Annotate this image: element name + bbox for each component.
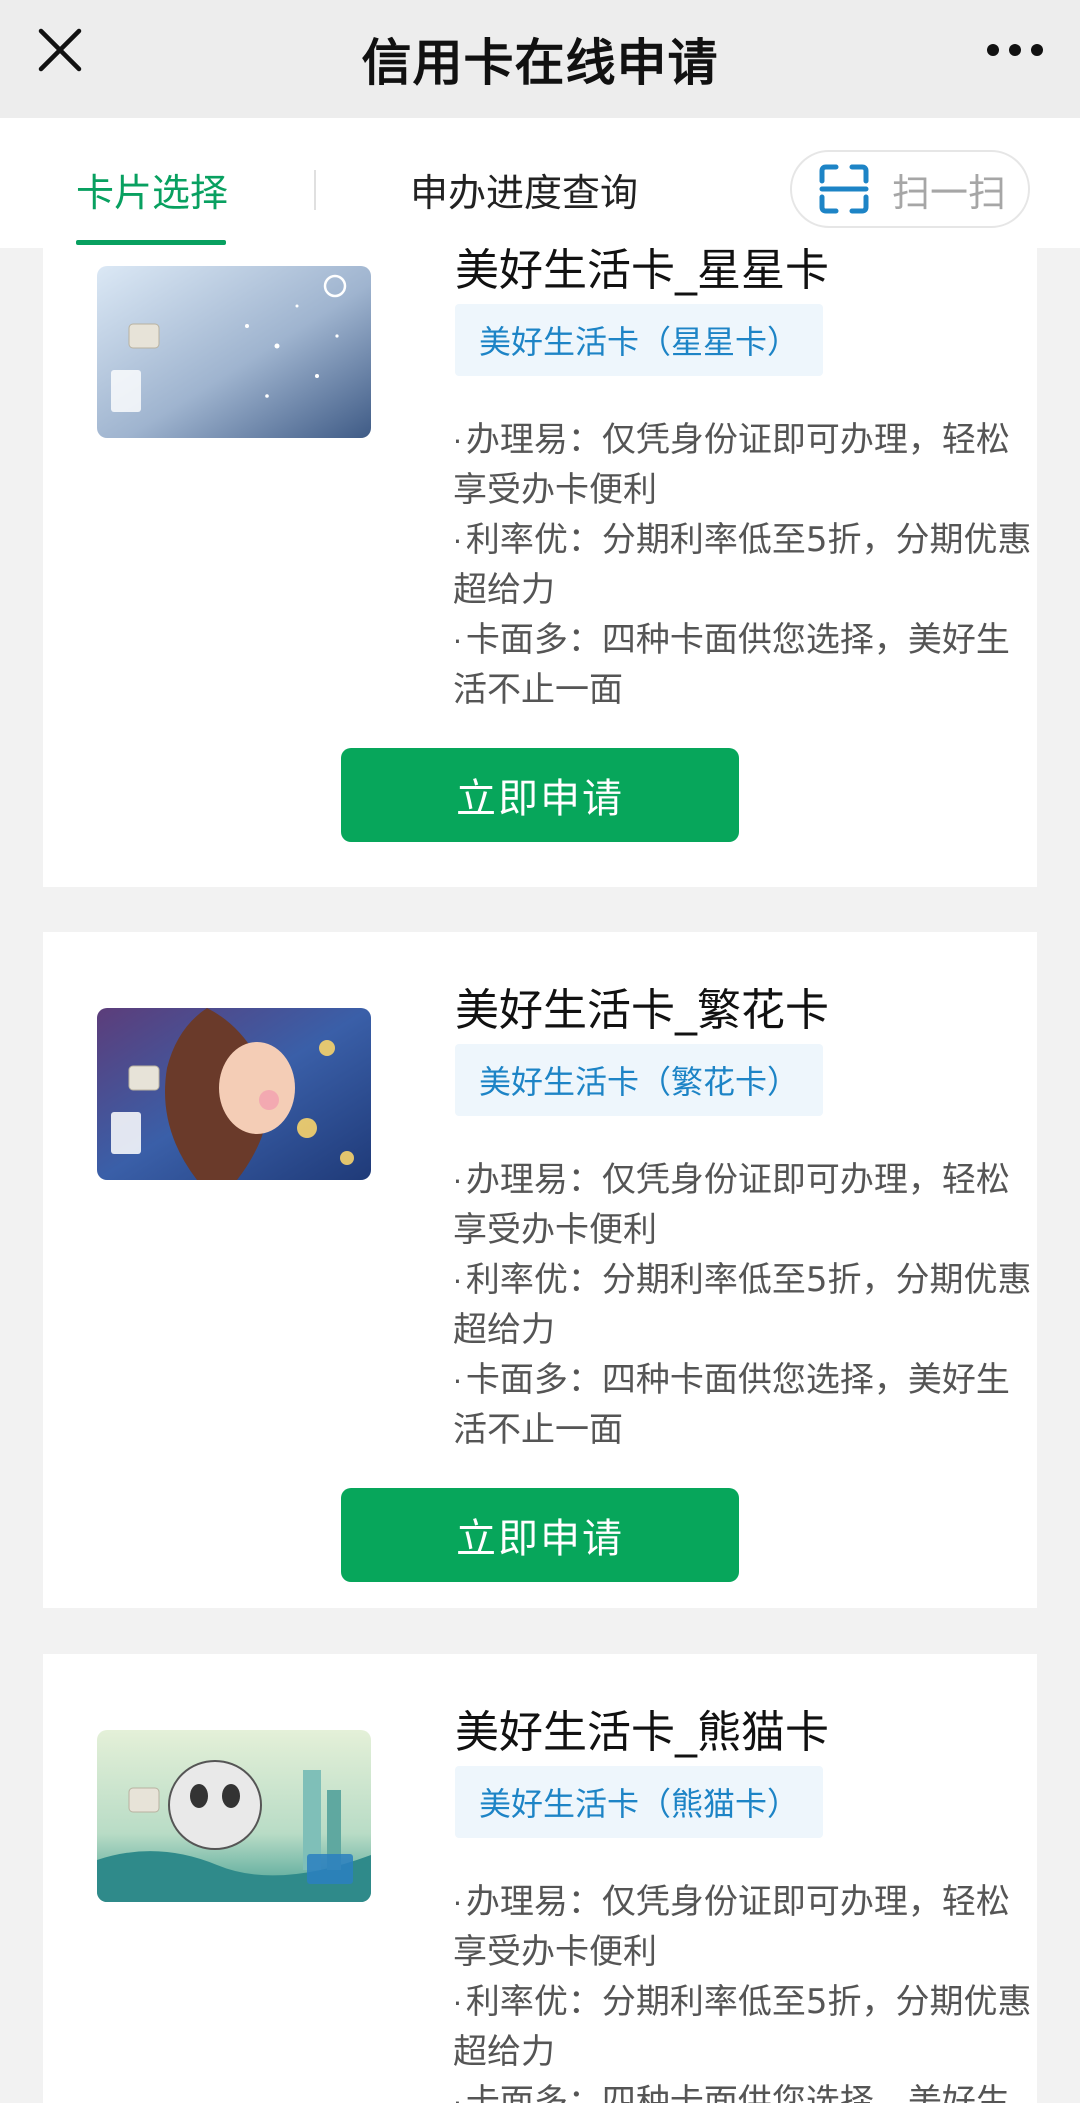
more-button[interactable] <box>980 22 1050 78</box>
feature-item: · 利率优：分期利率低至5折，分期优惠超给力 <box>453 1260 1032 1350</box>
scan-button[interactable]: 扫一扫 <box>790 150 1030 228</box>
card-item-star: 美好生活卡_星星卡 美好生活卡（星星卡） · 办理易：仅凭身份证即可办理，轻松享受… <box>43 248 1037 887</box>
card-tag: 美好生活卡（星星卡） <box>455 304 824 376</box>
feature-item: · 办理易：仅凭身份证即可办理，轻松享受办卡便利 <box>453 1882 1010 1972</box>
card-name: 美好生活卡_繁花卡 <box>455 985 829 1036</box>
card-image-star[interactable] <box>97 266 371 438</box>
page-title: 信用卡在线申请 <box>361 34 719 92</box>
card-item-panda: 美好生活卡_熊猫卡 美好生活卡（熊猫卡） · 办理易：仅凭身份证即可办理，轻松享受… <box>43 1654 1037 2103</box>
feature-list: · 办理易：仅凭身份证即可办理，轻松享受办卡便利 · 利率优：分期利率低至5折，分期… <box>453 416 1033 716</box>
tab-active-indicator <box>76 240 226 245</box>
card-name: 美好生活卡_熊猫卡 <box>455 1707 829 1758</box>
apply-button[interactable]: 立即申请 <box>341 1488 739 1582</box>
feature-item: ·卡面多：四种卡面供您选择，美好生活不止一面 <box>453 1360 1010 1450</box>
more-icon <box>987 44 1043 56</box>
card-tag: 美好生活卡（繁花卡） <box>455 1044 824 1116</box>
card-tag: 美好生活卡（熊猫卡） <box>455 1766 824 1838</box>
scan-icon <box>819 164 869 214</box>
card-image-flower[interactable] <box>97 1008 371 1180</box>
card-list[interactable]: 美好生活卡_星星卡 美好生活卡（星星卡） · 办理易：仅凭身份证即可办理，轻松享受… <box>0 248 1080 2103</box>
tab-divider <box>314 170 316 210</box>
feature-item: ·卡面多：四种卡面供您选择，美好生活不止一面 <box>453 620 1010 710</box>
tab-card-select[interactable]: 卡片选择 <box>76 162 228 217</box>
feature-list: · 办理易：仅凭身份证即可办理，轻松享受办卡便利 · 利率优：分期利率低至5折，分期… <box>453 1878 1033 2103</box>
tab-bar: 卡片选择 申办进度查询 扫一扫 <box>0 118 1080 248</box>
title-bar: 信用卡在线申请 <box>0 0 1080 118</box>
feature-item: · 办理易：仅凭身份证即可办理，轻松享受办卡便利 <box>453 420 1010 510</box>
feature-item: · 利率优：分期利率低至5折，分期优惠超给力 <box>453 520 1032 610</box>
card-image-panda[interactable] <box>97 1730 371 1902</box>
card-item-flower: 美好生活卡_繁花卡 美好生活卡（繁花卡） · 办理易：仅凭身份证即可办理，轻松享受… <box>43 932 1037 1608</box>
tab-progress-query[interactable]: 申办进度查询 <box>410 162 638 217</box>
feature-item: ·卡面多：四种卡面供您选择，美好生活不止一面 <box>453 2082 1010 2103</box>
feature-list: · 办理易：仅凭身份证即可办理，轻松享受办卡便利 · 利率优：分期利率低至5折，分期… <box>453 1156 1033 1456</box>
scan-label: 扫一扫 <box>892 170 1007 215</box>
card-name: 美好生活卡_星星卡 <box>455 248 829 296</box>
apply-button[interactable]: 立即申请 <box>341 748 739 842</box>
feature-item: · 利率优：分期利率低至5折，分期优惠超给力 <box>453 1982 1032 2072</box>
close-icon <box>38 28 82 72</box>
close-button[interactable] <box>32 22 88 78</box>
feature-item: · 办理易：仅凭身份证即可办理，轻松享受办卡便利 <box>453 1160 1010 1250</box>
